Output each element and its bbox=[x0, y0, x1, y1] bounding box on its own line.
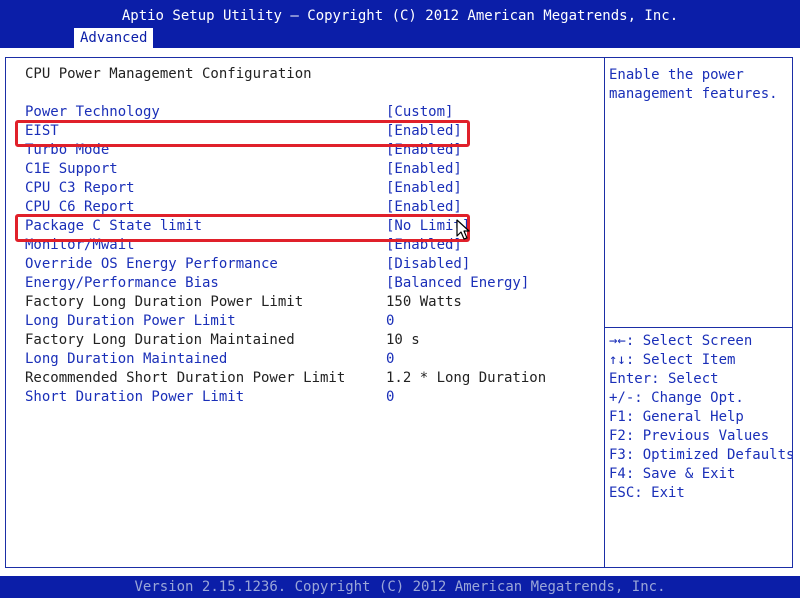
key-help-f3: F3: Optimized Defaults bbox=[609, 447, 795, 463]
key-help-enter: Enter: Select bbox=[609, 371, 719, 387]
help-line: management features. bbox=[609, 86, 778, 102]
setting-value[interactable]: 0 bbox=[386, 388, 394, 407]
key-help-f2: F2: Previous Values bbox=[609, 428, 770, 444]
key-help-esc: ESC: Exit bbox=[609, 485, 685, 501]
key-help-select-item: ↑↓: Select Item bbox=[609, 352, 736, 368]
setting-label: Override OS Energy Performance bbox=[25, 256, 278, 272]
footer-version: Version 2.15.1236. Copyright (C) 2012 Am… bbox=[0, 576, 800, 598]
setting-long-duration-maintained[interactable]: Long Duration Maintained 0 bbox=[25, 350, 595, 369]
key-help-list: →←: Select Screen ↑↓: Select Item Enter:… bbox=[609, 332, 795, 503]
setting-value[interactable]: 0 bbox=[386, 312, 394, 331]
setting-value: 1.2 * Long Duration bbox=[386, 370, 547, 386]
tab-advanced[interactable]: Advanced bbox=[74, 28, 154, 48]
setting-factory-long-duration-maintained: Factory Long Duration Maintained 10 s bbox=[25, 331, 595, 350]
title-bar: Aptio Setup Utility – Copyright (C) 2012… bbox=[0, 0, 800, 48]
setting-cpu-c3-report[interactable]: CPU C3 Report [Enabled] bbox=[25, 179, 595, 198]
setting-value[interactable]: 0 bbox=[386, 350, 394, 369]
setting-label: Energy/Performance Bias bbox=[25, 275, 219, 291]
app-title: Aptio Setup Utility – Copyright (C) 2012… bbox=[121, 8, 679, 24]
setting-value[interactable]: [Enabled] bbox=[386, 160, 462, 179]
setting-label: Short Duration Power Limit bbox=[25, 389, 245, 405]
setting-label: Recommended Short Duration Power Limit bbox=[25, 370, 346, 386]
section-title: CPU Power Management Configuration bbox=[25, 66, 312, 82]
setting-label: Factory Long Duration Maintained bbox=[25, 332, 295, 348]
setting-label: Long Duration Maintained bbox=[25, 351, 228, 367]
setting-energy-performance-bias[interactable]: Energy/Performance Bias [Balanced Energy… bbox=[25, 274, 595, 293]
setting-factory-long-duration-power-limit: Factory Long Duration Power Limit 150 Wa… bbox=[25, 293, 595, 312]
panel-divider bbox=[604, 57, 605, 568]
key-help-f1: F1: General Help bbox=[609, 409, 744, 425]
setting-label: Factory Long Duration Power Limit bbox=[25, 294, 304, 310]
help-divider bbox=[605, 327, 793, 328]
setting-value: 10 s bbox=[386, 332, 420, 348]
highlight-box-eist bbox=[15, 120, 470, 147]
setting-c1e-support[interactable]: C1E Support [Enabled] bbox=[25, 160, 595, 179]
setting-override-os-energy-performance[interactable]: Override OS Energy Performance [Disabled… bbox=[25, 255, 595, 274]
key-help-change-opt: +/-: Change Opt. bbox=[609, 390, 744, 406]
setting-label: C1E Support bbox=[25, 161, 118, 177]
setting-value[interactable]: [Disabled] bbox=[386, 255, 470, 274]
mouse-pointer-icon bbox=[456, 219, 470, 240]
setting-label: CPU C3 Report bbox=[25, 180, 135, 196]
highlight-box-package-c-state bbox=[15, 214, 470, 242]
setting-label: Long Duration Power Limit bbox=[25, 313, 236, 329]
help-line: Enable the power bbox=[609, 67, 744, 83]
key-help-f4: F4: Save & Exit bbox=[609, 466, 736, 482]
setting-value[interactable]: [Enabled] bbox=[386, 179, 462, 198]
setting-long-duration-power-limit[interactable]: Long Duration Power Limit 0 bbox=[25, 312, 595, 331]
key-help-select-screen: →←: Select Screen bbox=[609, 333, 753, 349]
item-help-description: Enable the power management features. bbox=[609, 66, 789, 104]
setting-short-duration-power-limit[interactable]: Short Duration Power Limit 0 bbox=[25, 388, 595, 407]
setting-value[interactable]: [Balanced Energy] bbox=[386, 274, 529, 293]
setting-value: 150 Watts bbox=[386, 294, 462, 310]
setting-recommended-short-duration-power-limit: Recommended Short Duration Power Limit 1… bbox=[25, 369, 595, 388]
